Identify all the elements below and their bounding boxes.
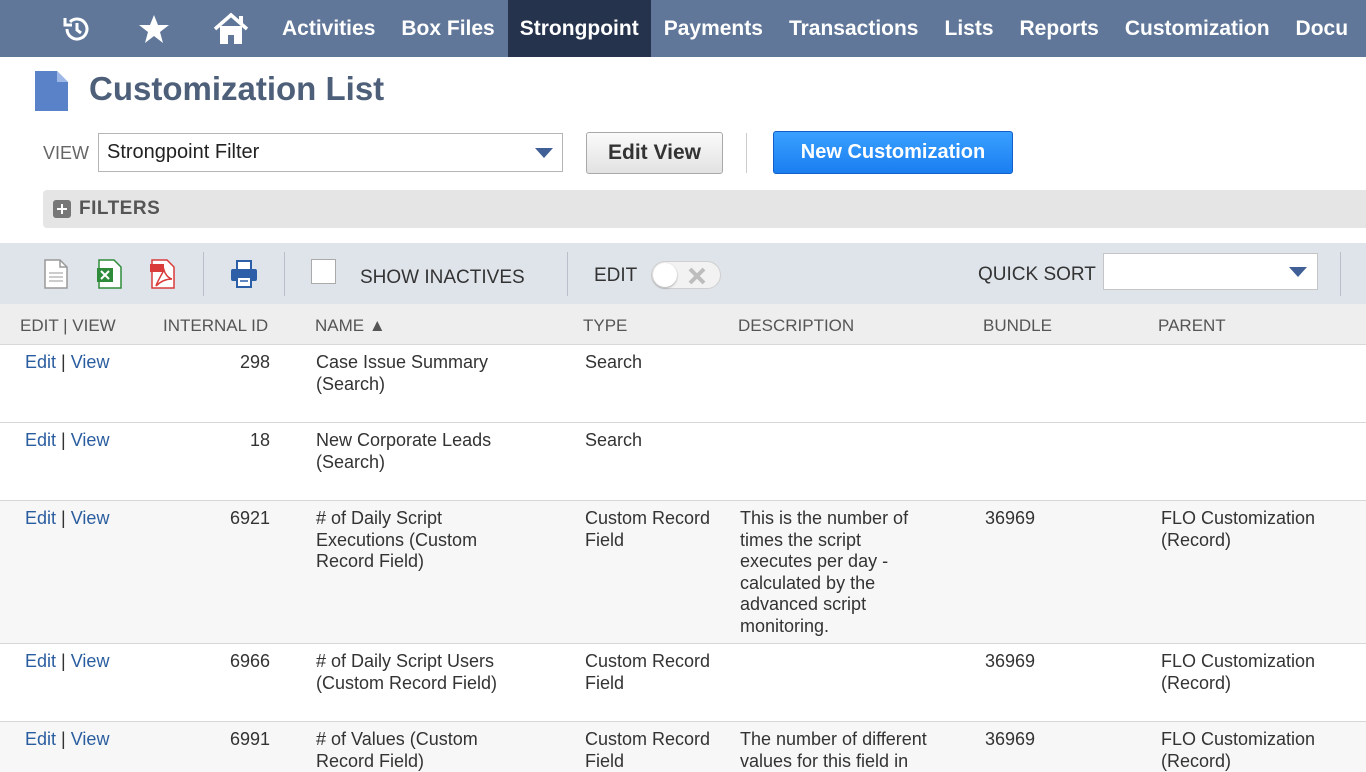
row-internal-id: 18 [249, 430, 270, 450]
view-link[interactable]: View [71, 430, 110, 450]
row-actions: Edit | View [25, 651, 109, 673]
show-inactives-checkbox[interactable] [311, 259, 336, 284]
view-select-value: Strongpoint Filter [107, 141, 260, 163]
row-type: Search [585, 352, 643, 372]
export-excel-icon[interactable] [95, 258, 125, 290]
view-link[interactable]: View [71, 651, 110, 671]
row-parent: FLO Customization (Record) [1161, 508, 1316, 550]
nav-activities[interactable]: Activities [269, 0, 388, 57]
quick-sort-select[interactable] [1103, 253, 1318, 290]
edit-link[interactable]: Edit [25, 651, 56, 671]
pipe-separator: | [61, 729, 66, 749]
top-nav: Activities Box Files Strongpoint Payment… [0, 0, 1366, 57]
toolbar-divider [567, 252, 568, 296]
print-icon[interactable] [229, 258, 259, 290]
header-type[interactable]: TYPE [583, 316, 627, 336]
quick-sort-label: QUICK SORT [978, 264, 1096, 285]
nav-box-files[interactable]: Box Files [388, 0, 507, 57]
document-icon [35, 71, 68, 111]
filters-label: FILTERS [79, 198, 161, 219]
edit-link[interactable]: Edit [25, 729, 56, 749]
edit-mode-toggle[interactable] [651, 261, 721, 289]
edit-mode-label: EDIT [594, 265, 638, 286]
edit-link[interactable]: Edit [25, 430, 56, 450]
list-toolbar: SHOW INACTIVES EDIT QUICK SORT [0, 243, 1366, 304]
header-name[interactable]: NAME ▲ [315, 316, 386, 336]
new-customization-button[interactable]: New Customization [773, 131, 1013, 174]
row-actions: Edit | View [25, 508, 109, 530]
toolbar-divider [203, 252, 204, 296]
row-bundle: 36969 [985, 729, 1036, 749]
table-row: Edit | View 6921 # of Daily Script Execu… [0, 501, 1366, 644]
header-internal-id[interactable]: INTERNAL ID [163, 316, 268, 336]
page-title: Customization List [89, 70, 385, 107]
view-link[interactable]: View [71, 352, 110, 372]
edit-link[interactable]: Edit [25, 508, 56, 528]
expand-plus-icon[interactable] [53, 200, 71, 218]
nav-payments[interactable]: Payments [651, 0, 776, 57]
view-link[interactable]: View [71, 508, 110, 528]
row-internal-id: 6991 [229, 729, 270, 749]
pipe-separator: | [61, 352, 66, 372]
home-icon[interactable] [192, 0, 269, 57]
row-type: Custom Record Field [585, 508, 711, 550]
row-actions: Edit | View [25, 430, 109, 452]
nav-customization[interactable]: Customization [1112, 0, 1283, 57]
row-internal-id: 298 [239, 352, 270, 372]
row-description: The number of different values for this … [740, 729, 927, 771]
edit-view-button[interactable]: Edit View [586, 132, 723, 174]
row-parent: FLO Customization (Record) [1161, 651, 1316, 693]
export-pdf-icon[interactable] [148, 258, 178, 290]
pipe-separator: | [61, 651, 66, 671]
row-name: # of Daily Script Executions (Custom Rec… [316, 508, 478, 571]
table-row: Edit | View 298 Case Issue Summary (Sear… [0, 345, 1366, 423]
table-row: Edit | View 6966 # of Daily Script Users… [0, 644, 1366, 722]
row-actions: Edit | View [25, 352, 109, 374]
table-row: Edit | View 18 New Corporate Leads (Sear… [0, 423, 1366, 501]
row-parent: FLO Customization (Record) [1161, 729, 1316, 771]
nav-lists[interactable]: Lists [932, 0, 1007, 57]
row-name: New Corporate Leads (Search) [316, 430, 492, 472]
table-header: EDIT | VIEW INTERNAL ID NAME ▲ TYPE DESC… [0, 304, 1366, 345]
chevron-down-icon [1289, 267, 1307, 277]
row-name: # of Daily Script Users (Custom Record F… [316, 651, 498, 693]
row-name: # of Values (Custom Record Field) [316, 729, 478, 771]
view-label: VIEW [43, 143, 90, 163]
row-name: Case Issue Summary (Search) [316, 352, 489, 394]
row-type: Custom Record Field [585, 729, 711, 771]
row-type: Custom Record Field [585, 651, 711, 693]
chevron-down-icon [535, 148, 553, 158]
row-bundle: 36969 [985, 651, 1036, 671]
show-inactives-label: SHOW INACTIVES [360, 267, 525, 288]
row-description: This is the number of times the script e… [740, 508, 909, 636]
close-icon [688, 267, 706, 285]
nav-documents[interactable]: Docu [1283, 0, 1362, 57]
row-bundle: 36969 [985, 508, 1036, 528]
nav-transactions[interactable]: Transactions [776, 0, 932, 57]
history-icon[interactable] [38, 0, 115, 57]
toggle-knob [653, 263, 677, 287]
filters-bar[interactable]: FILTERS [43, 190, 1366, 228]
pipe-separator: | [61, 430, 66, 450]
header-bundle[interactable]: BUNDLE [983, 316, 1052, 336]
toolbar-divider [284, 252, 285, 296]
star-icon[interactable] [115, 0, 192, 57]
nav-strongpoint[interactable]: Strongpoint [507, 0, 651, 57]
table-row: Edit | View 6991 # of Values (Custom Rec… [0, 722, 1366, 772]
toolbar-divider [1340, 252, 1341, 296]
row-internal-id: 6921 [229, 508, 270, 528]
header-description[interactable]: DESCRIPTION [738, 316, 854, 336]
view-link[interactable]: View [71, 729, 110, 749]
nav-reports[interactable]: Reports [1007, 0, 1112, 57]
row-type: Search [585, 430, 643, 450]
divider [746, 133, 747, 173]
export-csv-icon[interactable] [41, 258, 71, 290]
header-parent[interactable]: PARENT [1158, 316, 1226, 336]
view-select[interactable]: Strongpoint Filter [98, 133, 563, 172]
pipe-separator: | [61, 508, 66, 528]
edit-link[interactable]: Edit [25, 352, 56, 372]
row-internal-id: 6966 [229, 651, 270, 671]
header-edit-view: EDIT | VIEW [20, 316, 116, 335]
row-actions: Edit | View [25, 729, 109, 751]
